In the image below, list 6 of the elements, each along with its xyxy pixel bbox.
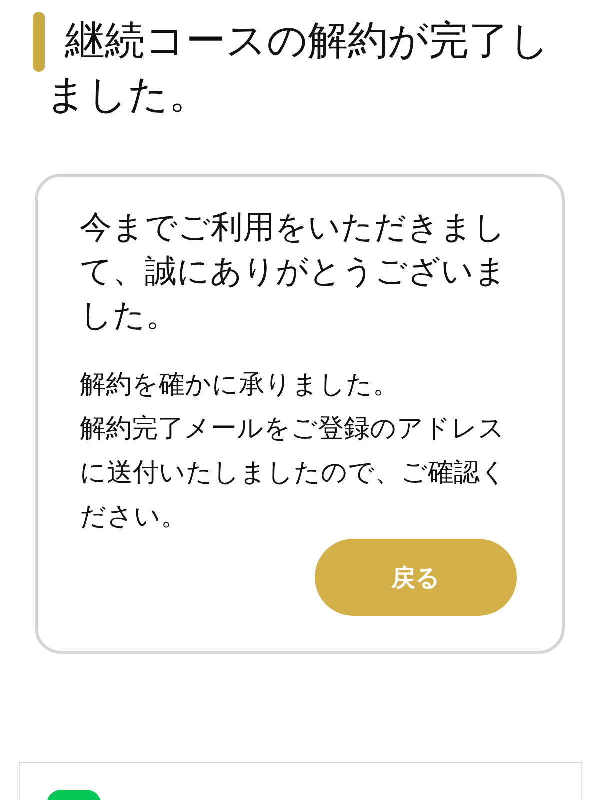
page-title: 継続コースの解約が完了しました。 [46, 17, 551, 120]
message-text: 解約完了メールをご登録のアドレスに送付いたしましたので、ご確認ください。 [80, 413, 508, 534]
title-accent-bar [33, 12, 45, 72]
back-button[interactable]: 戻る [315, 539, 517, 616]
card-heading: 今までご利用をいただきまして、誠にありがとうございました。 [80, 207, 508, 336]
message-text: 解約を確かに承りました。 [80, 369, 400, 402]
